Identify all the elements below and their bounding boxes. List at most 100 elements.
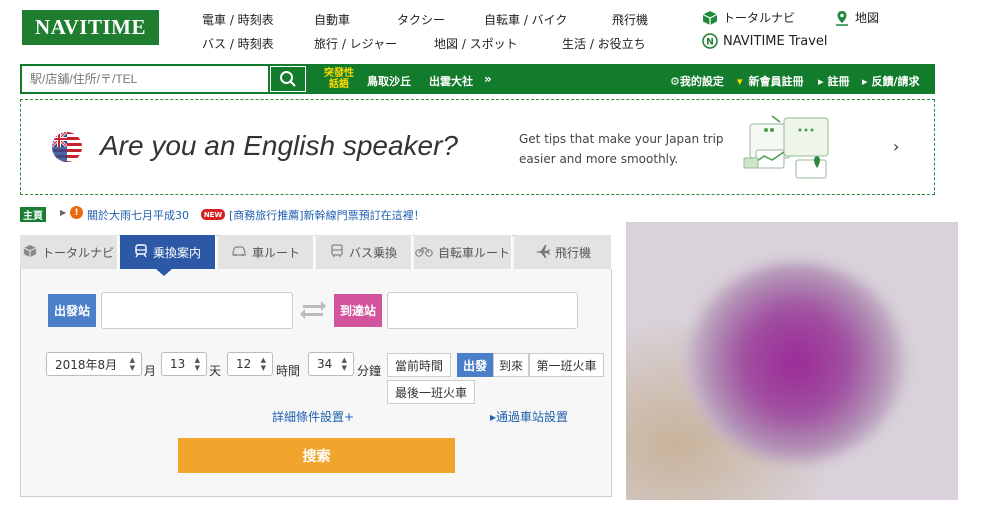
detail-conditions-link[interactable]: 詳細條件設置+ — [272, 408, 354, 425]
ad-blur-subject — [686, 262, 906, 462]
search-input[interactable] — [22, 66, 268, 92]
arrival-button[interactable]: 到來 — [493, 353, 529, 377]
month-value: 2018年8月 — [55, 357, 118, 372]
navitime-travel-label: NAVITIME Travel — [723, 33, 828, 49]
new-badge: NEW — [201, 209, 225, 220]
departure-button[interactable]: 出發 — [457, 353, 493, 377]
tab-label: 乗換案内 — [152, 245, 201, 260]
member-badge-icon: ▾ — [737, 75, 743, 88]
bus-icon — [330, 243, 344, 261]
advertisement-image[interactable] — [626, 222, 958, 500]
info-alert-icon: ! — [70, 206, 83, 219]
nav-bus-timetable[interactable]: バス / 時刻表 — [202, 35, 274, 52]
day-unit: 天 — [209, 364, 222, 378]
last-train-button[interactable]: 最後一班火車 — [387, 380, 475, 404]
train-icon — [134, 243, 148, 261]
arrival-station-label: 到達站 — [334, 294, 382, 327]
tab-label: トータルナビ — [41, 245, 114, 260]
nav-navitime-travel[interactable]: N NAVITIME Travel — [702, 33, 828, 49]
airplane-icon — [534, 244, 550, 261]
page: NAVITIME 電車 / 時刻表 自動車 タクシー 自転車 / バイク 飛行機… — [0, 0, 1000, 511]
bicycle-icon — [415, 244, 433, 261]
nav-map-spot[interactable]: 地図 / スポット — [434, 35, 518, 52]
home-badge: 主頁 — [20, 207, 46, 222]
navitime-logo[interactable]: NAVITIME — [22, 10, 159, 45]
tab-airplane[interactable]: 飛行機 — [514, 235, 612, 269]
tab-bus-transfer[interactable]: バス乗換 — [316, 235, 412, 269]
arrival-station-input[interactable] — [387, 292, 578, 329]
topic-tottori-dunes[interactable]: 鳥取沙丘 — [367, 73, 411, 89]
current-time-button[interactable]: 當前時間 — [387, 353, 451, 377]
topic-izumo-taisha[interactable]: 出雲大社 — [429, 73, 473, 89]
banner-chevron-right-icon[interactable]: › — [893, 137, 899, 156]
tab-label: バス乗換 — [348, 245, 397, 260]
day-value: 13 — [170, 357, 186, 371]
feedback-label: 反饋/請求 — [871, 75, 920, 88]
banner-title: Are you an English speaker? — [100, 130, 458, 161]
nav-map[interactable]: 地図 — [834, 9, 879, 26]
via-station-settings-link[interactable]: ▸通過車站設置 — [490, 408, 568, 425]
nav-car[interactable]: 自動車 — [314, 11, 350, 28]
swap-stations-icon[interactable] — [299, 298, 327, 320]
updown-arrows-icon: ▲ ▼ — [341, 356, 347, 372]
banner-description: Get tips that make your Japan trip easie… — [519, 132, 724, 166]
tab-label: 飛行機 — [554, 245, 591, 260]
minute-value: 34 — [317, 357, 333, 371]
cube-icon — [702, 10, 718, 26]
nav-train-timetable[interactable]: 電車 / 時刻表 — [202, 11, 274, 28]
tab-label: 自転車ルート — [437, 245, 510, 260]
car-icon — [231, 244, 247, 261]
topics-more-link[interactable]: » — [484, 72, 492, 86]
total-navi-label: トータルナビ — [723, 11, 796, 25]
tab-bicycle-route[interactable]: 自転車ルート — [414, 235, 512, 269]
day-select[interactable]: 13 ▲ ▼ — [161, 352, 207, 376]
nav-life-useful[interactable]: 生活 / お役立ち — [562, 35, 646, 52]
arrow-right-icon: ▶ — [60, 208, 67, 217]
new-member-register-link[interactable]: ▾ 新會員註冊 — [737, 73, 804, 89]
arrow-right-icon: ▸ — [862, 75, 868, 88]
tab-transfer-guide[interactable]: 乗換案内 — [120, 235, 216, 269]
updown-arrows-icon: ▲ ▼ — [194, 356, 200, 372]
updown-arrows-icon: ▲ ▼ — [260, 356, 266, 372]
feedback-link[interactable]: ▸ 反饋/請求 — [862, 73, 920, 89]
first-train-button[interactable]: 第一班火車 — [529, 353, 604, 377]
search-button[interactable] — [270, 66, 306, 92]
new-member-label: 新會員註冊 — [748, 75, 804, 88]
month-unit: 月 — [144, 364, 157, 378]
departure-station-label: 出發站 — [48, 294, 96, 327]
breaking-topics-label: 突發性話語 — [324, 68, 354, 90]
minute-unit: 分鐘 — [357, 364, 382, 378]
departure-station-input[interactable] — [101, 292, 293, 329]
english-flag-icon — [51, 131, 83, 163]
search-icon — [280, 71, 296, 87]
nav-total-navi[interactable]: トータルナビ — [702, 9, 795, 26]
tab-car-route[interactable]: 車ルート — [218, 235, 314, 269]
register-label: 註冊 — [827, 75, 850, 88]
active-tab-indicator — [156, 269, 172, 276]
news-shinkansen-link[interactable]: [商務旅行推薦]新幹線門票預訂在這裡！ — [229, 207, 425, 223]
nav-taxi[interactable]: タクシー — [397, 11, 445, 28]
navitime-travel-icon: N — [702, 33, 718, 49]
my-settings-label: 我的設定 — [679, 75, 724, 88]
updown-arrows-icon: ▲ ▼ — [129, 356, 135, 372]
month-select[interactable]: 2018年8月 ▲ ▼ — [46, 352, 142, 376]
my-settings-link[interactable]: ⚙我的設定 — [670, 73, 724, 89]
gear-icon: ⚙ — [670, 75, 680, 88]
nav-travel-leisure[interactable]: 旅行 / レジャー — [314, 35, 397, 52]
tab-total-navi[interactable]: トータルナビ — [20, 235, 118, 269]
nav-bicycle-bike[interactable]: 自転車 / バイク — [484, 11, 567, 28]
cube-icon — [23, 244, 37, 261]
nav-airplane[interactable]: 飛行機 — [612, 11, 648, 28]
map-pin-icon — [834, 10, 850, 26]
minute-select[interactable]: 34 ▲ ▼ — [308, 352, 354, 376]
news-heavy-rain-link[interactable]: 關於大雨七月平成30 — [87, 207, 189, 223]
arrow-right-icon: ▸ — [818, 75, 824, 88]
hour-unit: 時間 — [276, 364, 301, 378]
tab-label: 車ルート — [251, 245, 300, 260]
japan-trip-illustration-icon — [742, 112, 834, 184]
map-label: 地図 — [855, 11, 880, 25]
hour-select[interactable]: 12 ▲ ▼ — [227, 352, 273, 376]
svg-text:N: N — [706, 38, 714, 48]
register-link[interactable]: ▸ 註冊 — [818, 73, 850, 89]
route-search-button[interactable]: 搜索 — [178, 438, 455, 473]
